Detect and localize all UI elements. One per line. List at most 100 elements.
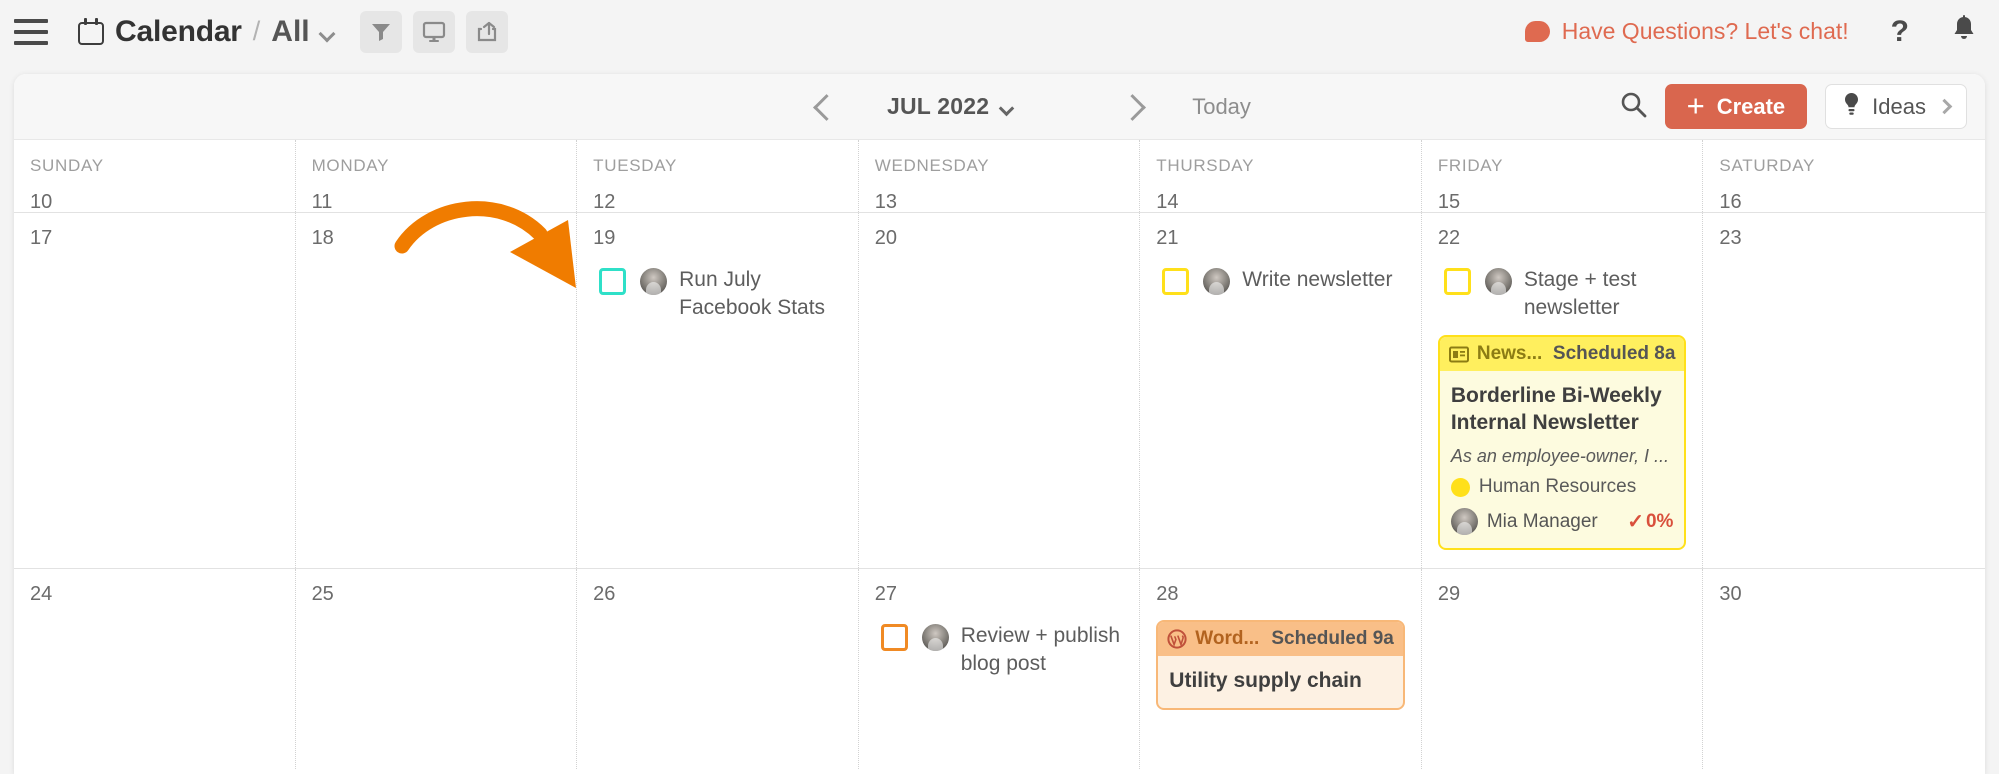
day-number[interactable]: 11 bbox=[312, 176, 561, 214]
share-button[interactable] bbox=[465, 10, 508, 53]
calendar-day-cell-21[interactable]: 21 Write newsletter bbox=[1140, 213, 1422, 568]
day-name: FRIDAY bbox=[1437, 156, 1504, 175]
ideas-button[interactable]: Ideas bbox=[1825, 84, 1967, 129]
day-number[interactable]: 14 bbox=[1156, 176, 1405, 214]
task-label: Stage + test newsletter bbox=[1523, 268, 1637, 319]
calendar-day-cell-19[interactable]: 19 Run July Facebook Stats bbox=[577, 213, 859, 568]
day-number: 18 bbox=[311, 227, 334, 249]
day-name: MONDAY bbox=[311, 156, 390, 175]
breadcrumb-view-name[interactable]: All bbox=[271, 15, 309, 49]
task-item-run-july-facebook-stats[interactable]: Run July Facebook Stats bbox=[593, 266, 842, 321]
day-number: 24 bbox=[30, 583, 53, 605]
calendar-day-cell-25[interactable]: 25 bbox=[296, 569, 578, 769]
breadcrumb: Calendar / All bbox=[78, 15, 334, 49]
day-column-monday: MONDAY 11 bbox=[296, 140, 578, 214]
task-checkbox[interactable] bbox=[1443, 268, 1471, 295]
content-card-status: Scheduled 9a bbox=[1271, 628, 1394, 649]
filter-button[interactable] bbox=[359, 10, 402, 53]
day-number[interactable]: 10 bbox=[30, 176, 279, 214]
task-checkbox[interactable] bbox=[1162, 268, 1190, 295]
chevron-down-icon bbox=[1001, 103, 1013, 111]
calendar-icon bbox=[78, 18, 104, 45]
avatar bbox=[1203, 268, 1231, 295]
day-number: 19 bbox=[593, 227, 616, 249]
day-number: 17 bbox=[30, 227, 53, 249]
help-button[interactable]: ? bbox=[1891, 15, 1909, 49]
content-card-tag: Human Resources bbox=[1450, 476, 1674, 498]
chat-link[interactable]: Have Questions? Let's chat! bbox=[1524, 18, 1849, 45]
chat-link-label: Have Questions? Let's chat! bbox=[1561, 18, 1849, 44]
day-name: SATURDAY bbox=[1719, 156, 1816, 175]
day-name: WEDNESDAY bbox=[874, 156, 990, 175]
month-label: JUL 2022 bbox=[887, 93, 990, 119]
create-button-label: Create bbox=[1716, 93, 1786, 119]
calendar-toolbar: JUL 2022 Today + Create Ideas bbox=[14, 74, 1985, 140]
task-label: Review + publish blog post bbox=[960, 624, 1121, 675]
day-column-sunday: SUNDAY 10 bbox=[14, 140, 296, 214]
share-icon bbox=[477, 21, 496, 41]
avatar bbox=[921, 624, 949, 651]
calendar-day-cell-26[interactable]: 26 bbox=[577, 569, 859, 769]
day-number[interactable]: 13 bbox=[875, 176, 1124, 214]
calendar-day-cell-24[interactable]: 24 bbox=[14, 569, 296, 769]
day-number: 28 bbox=[1156, 583, 1179, 605]
filter-icon bbox=[371, 23, 390, 41]
content-card-progress: ✓ 0% bbox=[1627, 509, 1673, 534]
day-number: 26 bbox=[593, 583, 616, 605]
content-card-status: Scheduled 8a bbox=[1552, 343, 1676, 365]
task-checkbox[interactable] bbox=[880, 624, 908, 651]
task-checkbox[interactable] bbox=[599, 268, 627, 295]
calendar-day-cell-23[interactable]: 23 bbox=[1703, 213, 1985, 568]
header-tool-buttons bbox=[359, 10, 508, 53]
chevron-right-icon bbox=[1936, 98, 1953, 115]
task-item-review-publish-blog-post[interactable]: Review + publish blog post bbox=[875, 622, 1124, 677]
content-card-header: News... Scheduled 8a bbox=[1439, 337, 1685, 372]
calendar-day-cell-29[interactable]: 29 bbox=[1422, 569, 1704, 769]
day-name: TUESDAY bbox=[593, 156, 678, 175]
calendar-day-cell-28[interactable]: 28 Word... Scheduled 9a Utility supply c… bbox=[1140, 569, 1422, 769]
task-item-write-newsletter[interactable]: Write newsletter bbox=[1156, 266, 1405, 295]
calendar-day-cell-17[interactable]: 17 bbox=[14, 213, 296, 568]
today-button[interactable]: Today bbox=[1192, 94, 1251, 120]
content-card-blog-post[interactable]: Word... Scheduled 9a Utility supply chai… bbox=[1156, 620, 1405, 710]
notifications-button[interactable] bbox=[1951, 15, 1977, 48]
calendar-day-cell-20[interactable]: 20 bbox=[859, 213, 1141, 568]
calendar-week-row: 24 25 26 27 Review + publish blog post 2… bbox=[14, 569, 1985, 769]
create-button[interactable]: + Create bbox=[1664, 84, 1808, 129]
hamburger-menu-icon[interactable] bbox=[14, 18, 48, 45]
month-selector[interactable]: JUL 2022 bbox=[887, 93, 1013, 120]
content-card-title: Borderline Bi-Weekly Internal Newsletter bbox=[1450, 384, 1662, 435]
check-icon: ✓ bbox=[1627, 511, 1644, 534]
display-button[interactable] bbox=[412, 10, 455, 53]
chevron-down-icon[interactable] bbox=[321, 28, 334, 36]
calendar-day-cell-27[interactable]: 27 Review + publish blog post bbox=[859, 569, 1141, 769]
content-card-newsletter[interactable]: News... Scheduled 8a Borderline Bi-Weekl… bbox=[1437, 335, 1687, 551]
content-card-channel: Word... bbox=[1195, 628, 1260, 649]
day-number[interactable]: 12 bbox=[593, 176, 842, 214]
avatar bbox=[1450, 508, 1478, 536]
day-column-wednesday: WEDNESDAY 13 bbox=[859, 140, 1141, 214]
calendar-panel: JUL 2022 Today + Create Ideas SUNDAY 10 … bbox=[14, 74, 1985, 774]
previous-month-button[interactable] bbox=[814, 92, 831, 122]
search-button[interactable] bbox=[1620, 91, 1647, 123]
chat-bubble-icon bbox=[1524, 21, 1550, 42]
next-month-button[interactable] bbox=[1125, 92, 1142, 122]
avatar bbox=[640, 268, 668, 295]
bell-icon bbox=[1954, 15, 1974, 39]
day-column-thursday: THURSDAY 14 bbox=[1140, 140, 1422, 214]
avatar bbox=[1484, 268, 1512, 295]
ideas-button-label: Ideas bbox=[1872, 93, 1926, 119]
content-card-description: As an employee-owner, I ... bbox=[1450, 446, 1669, 467]
lightbulb-icon bbox=[1842, 92, 1861, 122]
tag-color-dot bbox=[1450, 477, 1470, 497]
day-number: 23 bbox=[1719, 227, 1742, 249]
day-column-tuesday: TUESDAY 12 bbox=[577, 140, 859, 214]
calendar-day-cell-30[interactable]: 30 bbox=[1703, 569, 1985, 769]
calendar-day-cell-18[interactable]: 18 bbox=[296, 213, 578, 568]
day-number[interactable]: 15 bbox=[1438, 176, 1687, 214]
day-number: 21 bbox=[1156, 227, 1179, 249]
calendar-day-cell-22[interactable]: 22 Stage + test newsletter News... Sched… bbox=[1422, 213, 1704, 568]
day-number[interactable]: 16 bbox=[1719, 176, 1969, 214]
content-card-title: Utility supply chain bbox=[1169, 669, 1362, 692]
task-item-stage-test-newsletter[interactable]: Stage + test newsletter bbox=[1438, 266, 1687, 321]
